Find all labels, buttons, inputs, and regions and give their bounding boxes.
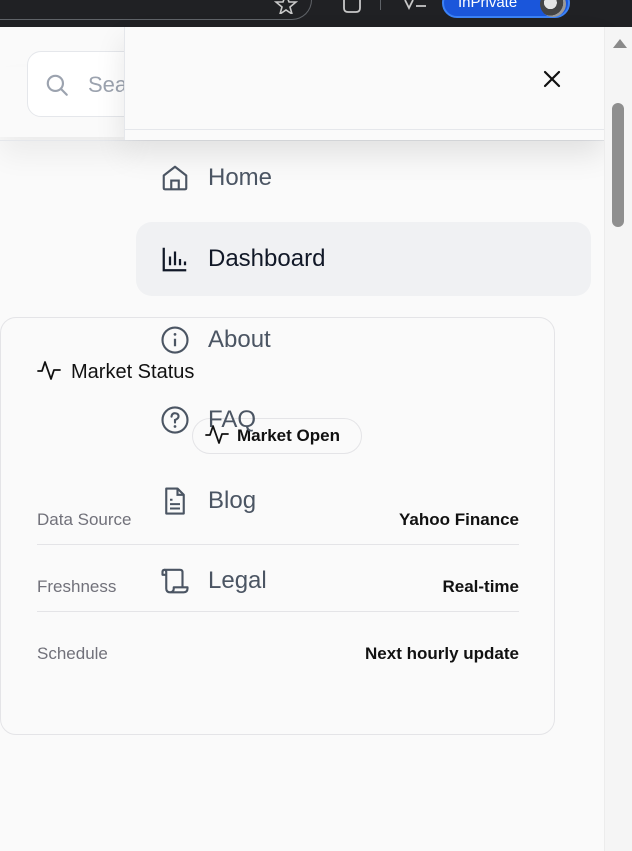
menu-item-legal[interactable]: Legal [136, 544, 591, 618]
scrollbar-thumb[interactable] [612, 103, 624, 227]
menu-label: Blog [208, 487, 257, 514]
address-bar[interactable] [0, 0, 312, 20]
info-label: Schedule [37, 644, 108, 663]
info-label: Data Source [37, 510, 132, 529]
info-row-schedule: Schedule Next hourly update [37, 644, 519, 664]
extensions-icon[interactable] [340, 0, 364, 14]
browser-toolbar: InPrivate [0, 0, 632, 27]
menu-item-faq[interactable]: FAQ [136, 383, 591, 457]
menu-item-dashboard[interactable]: Dashboard [136, 222, 591, 296]
menu-label: About [208, 326, 271, 353]
info-icon [160, 325, 190, 355]
menu-item-home[interactable]: Home [136, 141, 591, 215]
menu-label: Legal [208, 567, 267, 594]
menu-label: Home [208, 164, 273, 191]
menu-item-blog[interactable]: Blog [136, 464, 591, 538]
scroll-up-arrow-icon[interactable] [613, 39, 627, 48]
page-content: Sea Market Status Market Open Data Sourc… [0, 27, 604, 851]
favorites-list-icon[interactable] [402, 0, 428, 14]
info-label: Freshness [37, 577, 117, 596]
menu-label: FAQ [208, 406, 257, 433]
help-circle-icon [160, 405, 190, 435]
page-scrollbar[interactable] [604, 27, 632, 851]
drawer-divider [124, 129, 604, 130]
search-icon [44, 72, 70, 103]
close-menu-button[interactable] [536, 63, 568, 95]
close-icon [536, 70, 568, 99]
search-placeholder: Sea [88, 72, 128, 97]
bar-chart-icon [160, 244, 190, 274]
menu-label: Dashboard [208, 245, 326, 272]
avatar [540, 0, 566, 17]
menu-item-about[interactable]: About [136, 303, 591, 377]
file-text-icon [160, 486, 190, 516]
scroll-icon [160, 566, 190, 596]
home-icon [160, 163, 190, 193]
inprivate-label: InPrivate [458, 0, 518, 11]
toolbar-separator [379, 0, 383, 10]
info-value: Next hourly update [365, 644, 519, 663]
nav-drawer-header [124, 27, 604, 140]
inprivate-profile-button[interactable]: InPrivate [442, 0, 570, 18]
activity-icon [37, 358, 61, 387]
favorite-star-icon[interactable] [274, 0, 298, 14]
